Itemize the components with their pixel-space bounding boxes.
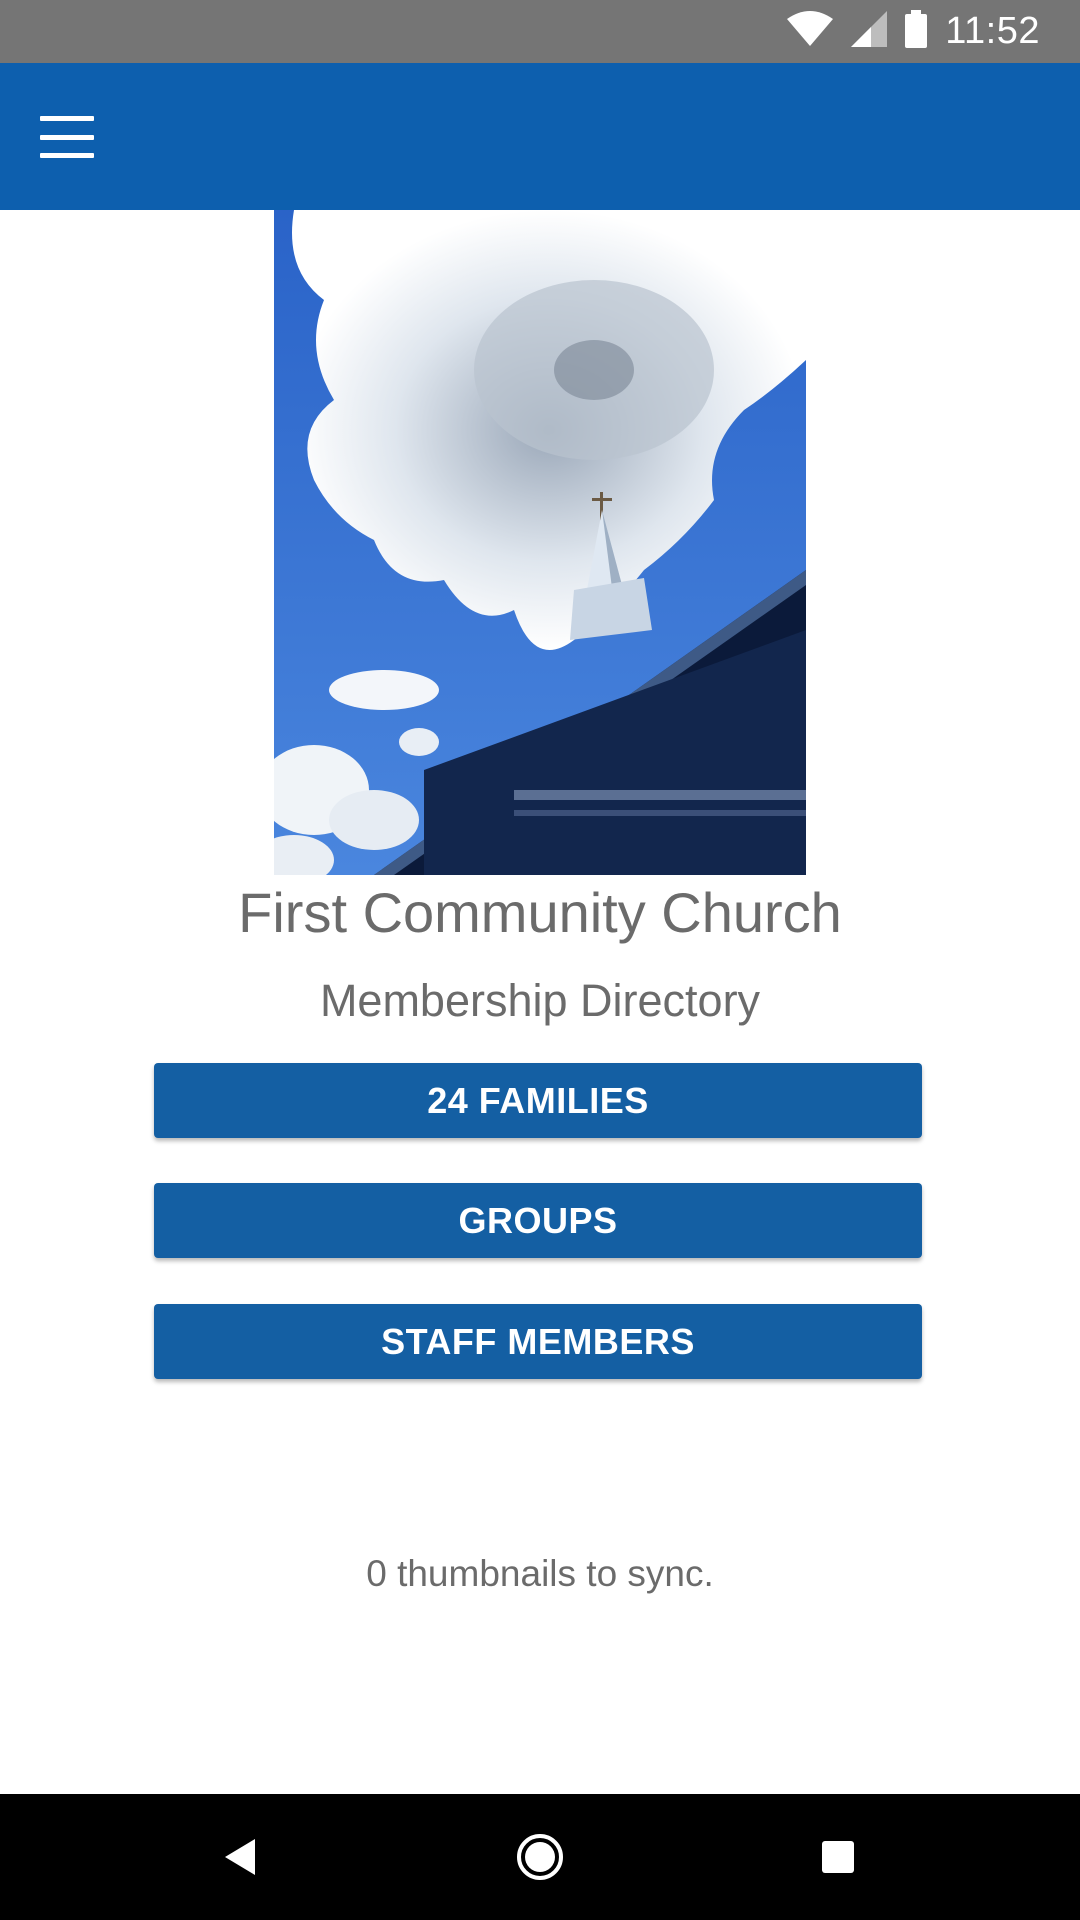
page-subtitle: Membership Directory	[319, 975, 761, 1026]
hamburger-menu-icon[interactable]	[40, 110, 94, 164]
system-nav-bar	[0, 1794, 1080, 1920]
sync-status-text: 0 thumbnails to sync.	[366, 1553, 714, 1594]
families-button[interactable]: 24 FAMILIES	[154, 1063, 922, 1138]
cellular-signal-icon	[851, 11, 888, 52]
back-triangle-icon[interactable]	[180, 1794, 300, 1920]
app-bar	[0, 63, 1080, 210]
home-circle-icon[interactable]	[480, 1794, 600, 1920]
battery-icon	[905, 10, 928, 53]
hero-image	[274, 210, 806, 875]
groups-button[interactable]: GROUPS	[154, 1183, 922, 1258]
status-icons: 11:52	[787, 0, 1040, 63]
staff-members-button[interactable]: STAFF MEMBERS	[154, 1304, 922, 1379]
wifi-icon	[787, 11, 834, 52]
church-steeple-image	[274, 210, 806, 875]
church-name: First Community Church	[238, 881, 842, 944]
status-bar: 11:52	[0, 0, 1080, 63]
recents-square-icon[interactable]	[778, 1794, 898, 1920]
status-time: 11:52	[945, 10, 1040, 52]
